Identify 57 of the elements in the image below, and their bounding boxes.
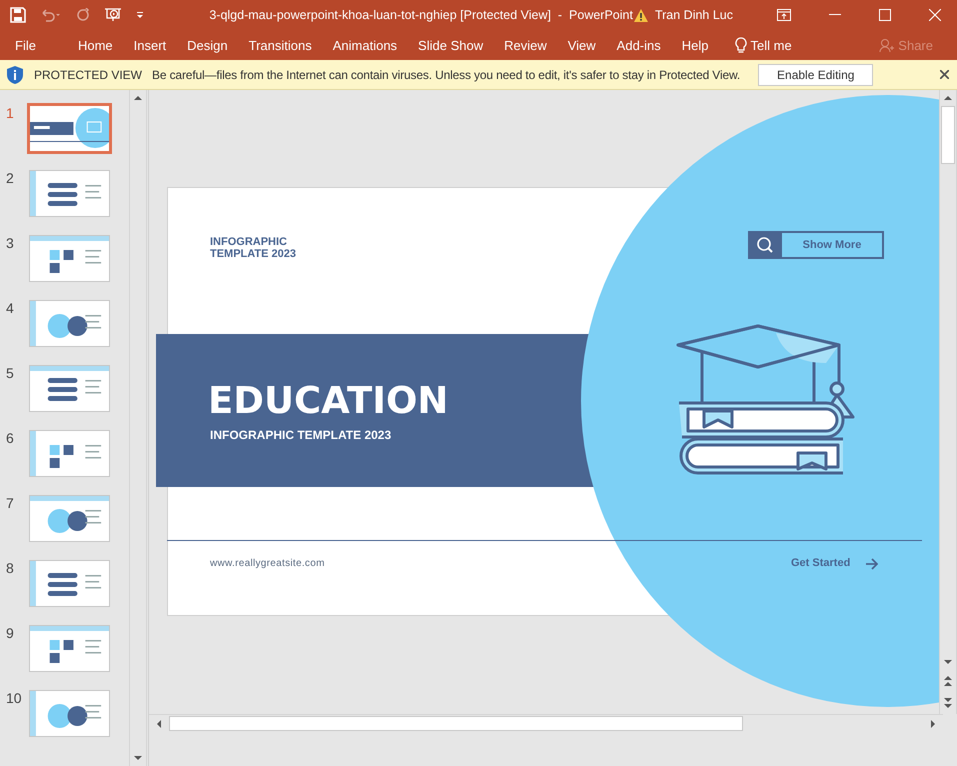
user-name[interactable]: Tran Dinh Luc: [654, 8, 733, 22]
close-icon[interactable]: [940, 70, 949, 79]
slide-number: 2: [5, 170, 15, 186]
protected-view-message: Be careful—files from the Internet can contain viruses. Unless you need to edit, it's safer to stay in Protected View.: [152, 68, 740, 82]
slide-number: 3: [5, 235, 15, 251]
tell-me-field[interactable]: Tell me: [746, 34, 801, 56]
maximize-icon[interactable]: [879, 9, 891, 21]
lightbulb-icon[interactable]: [734, 36, 746, 54]
ribbon-tab[interactable]: Transitions: [240, 34, 321, 56]
ribbon-tab[interactable]: Insert: [124, 34, 176, 56]
shield-icon: [6, 64, 24, 84]
slide-thumbnail[interactable]: [29, 365, 110, 412]
ribbon-tab[interactable]: Add-ins: [608, 34, 670, 56]
ribbon-tab[interactable]: Review: [495, 34, 556, 56]
slide-number: 4: [5, 300, 15, 316]
minimize-icon[interactable]: [829, 14, 841, 16]
slide-title: EDUCATION: [208, 379, 448, 423]
slide-thumbnail[interactable]: [29, 300, 110, 347]
website-text: www.reallygreatsite.com: [210, 558, 325, 569]
ribbon-tab[interactable]: Design: [178, 34, 237, 56]
customize-caret-icon[interactable]: [136, 11, 144, 19]
ribbon-tab[interactable]: File: [6, 34, 45, 56]
slide-number: 10: [5, 690, 23, 706]
ribbon-tab[interactable]: View: [558, 34, 605, 56]
slide-thumbnail[interactable]: [29, 625, 110, 672]
scrollbar-thumb[interactable]: [941, 106, 955, 164]
slide-thumbnail[interactable]: [29, 235, 110, 282]
slide-thumbnail[interactable]: [29, 690, 110, 737]
arrow-icon: [865, 558, 878, 570]
ribbon-tab[interactable]: Animations: [324, 34, 406, 56]
slide-thumbnail[interactable]: [27, 103, 112, 154]
protected-view-label: PROTECTED VIEW: [34, 68, 142, 82]
slide-thumbnail[interactable]: [29, 170, 110, 217]
scrollbar-thumb[interactable]: [169, 716, 743, 731]
slide-number: 8: [5, 560, 15, 576]
ribbon-tab[interactable]: Slide Show: [409, 34, 492, 56]
warning-icon: [632, 8, 649, 22]
slide-number: 9: [5, 625, 15, 641]
ribbon-tab[interactable]: Home: [68, 34, 122, 56]
save-icon[interactable]: [10, 7, 26, 23]
slide-number: 6: [5, 430, 15, 446]
slide-number: 7: [5, 495, 15, 511]
slide-thumbnail[interactable]: [29, 495, 110, 542]
template-label: INFOGRAPHIC TEMPLATE 2023: [210, 236, 296, 260]
get-started-label: Get Started: [791, 557, 850, 569]
window-title: 3-qlgd-mau-powerpoint-khoa-luan-tot-nghiep [Protected View] - PowerPoint: [209, 8, 633, 22]
presentation-icon[interactable]: [104, 7, 122, 23]
enable-editing-button[interactable]: Enable Editing: [758, 64, 874, 86]
person-add-icon: [879, 38, 894, 52]
slide-number: 5: [5, 365, 15, 381]
slide-thumbnail[interactable]: [29, 560, 110, 607]
slide-thumbnail[interactable]: [29, 430, 110, 477]
ribbon-display-icon[interactable]: [777, 9, 791, 21]
ribbon-tab[interactable]: Help: [672, 34, 718, 56]
slide-number: 1: [5, 105, 15, 121]
slide-subtitle: INFOGRAPHIC TEMPLATE 2023: [210, 428, 392, 442]
show-more-label: Show More: [802, 239, 862, 251]
